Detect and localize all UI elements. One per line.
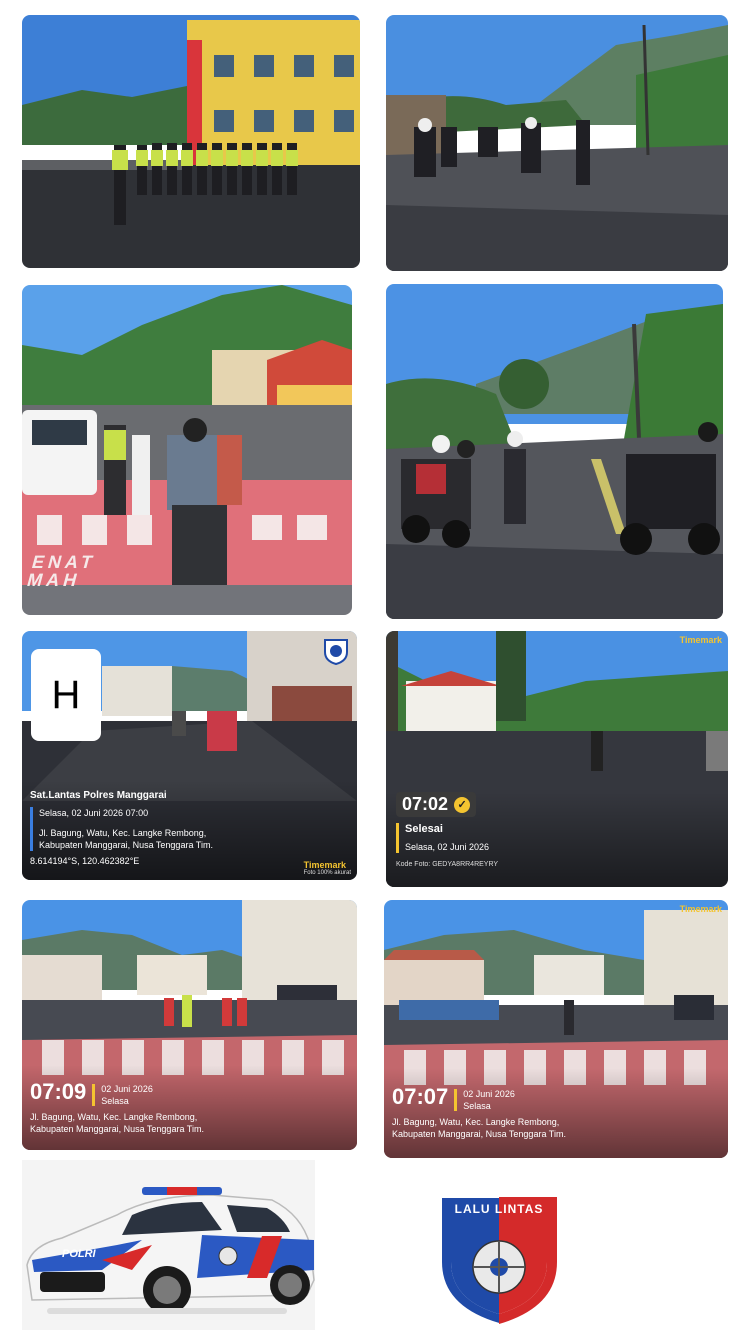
stamp-day: Selasa <box>463 1100 491 1111</box>
timemark-logo: Timemark <box>679 904 722 914</box>
stamp-title: Selesai <box>405 823 443 835</box>
photo-address: Jl. Bagung, Watu, Kec. Langke Rembong, K… <box>39 828 213 850</box>
stamp-date: 02 Juni 2026 <box>463 1088 515 1099</box>
car-door-text: POLRI <box>62 1248 96 1260</box>
stamp-time: 07:09 <box>30 1079 87 1104</box>
photo-officer-directing-road <box>386 15 728 271</box>
photo-children-crossing-2: 07:07 02 Juni 2026 Selasa Jl. Bagung, Watu… <box>384 900 728 1158</box>
photo-title: Sat.Lantas Polres Manggarai <box>30 790 167 801</box>
lalu-lintas-logo: LALU LINTAS <box>436 1192 562 1328</box>
photo-code: Kode Foto: GEDYA8RR4REYRY <box>396 861 499 868</box>
photo-timemark-sat-lantas: H Sat.Lantas Polres Manggarai Selasa, 02… <box>22 631 357 880</box>
photo-address: Jl. Bagung, Watu, Kec. Langke Rembong, K… <box>392 1116 566 1139</box>
stamp-time: 07:02 ✓ <box>396 792 477 817</box>
photo-officer-motorbikes <box>386 284 723 619</box>
timemark-logo: Timemark <box>679 635 722 645</box>
photo-address: Jl. Bagung, Watu, Kec. Langke Rembong, K… <box>30 1111 204 1134</box>
stamp-date: 02 Juni 2026 <box>101 1083 153 1094</box>
photo-datetime: Selasa, 02 Juni 2026 07:00 <box>39 808 149 818</box>
check-icon: ✓ <box>454 797 471 814</box>
police-car-image: POLRI <box>22 1160 315 1330</box>
photo-coordinates: 8.614194°S, 120.462382°E <box>30 856 140 866</box>
photo-police-lineup <box>22 15 360 268</box>
road-marking-text: ENAT MAH <box>24 552 99 590</box>
stamp-date: Selasa, 02 Juni 2026 <box>405 842 490 852</box>
timemark-logo: Timemark Foto 100% akurat <box>303 860 351 876</box>
photo-children-crossing-1: 07:09 02 Juni 2026 Selasa Jl. Bagung, Watu… <box>22 900 357 1150</box>
photo-timemark-selesai: 07:02 ✓ Selesai Selasa, 02 Juni 2026 Kode… <box>386 631 728 887</box>
logo-text: LALU LINTAS <box>454 1202 544 1216</box>
photo-red-crossing: ENAT MAH <box>22 285 352 615</box>
shield-icon <box>323 637 349 665</box>
stamp-day: Selasa <box>101 1095 129 1106</box>
h-badge: H <box>31 649 101 741</box>
stamp-time: 07:07 <box>392 1084 449 1109</box>
